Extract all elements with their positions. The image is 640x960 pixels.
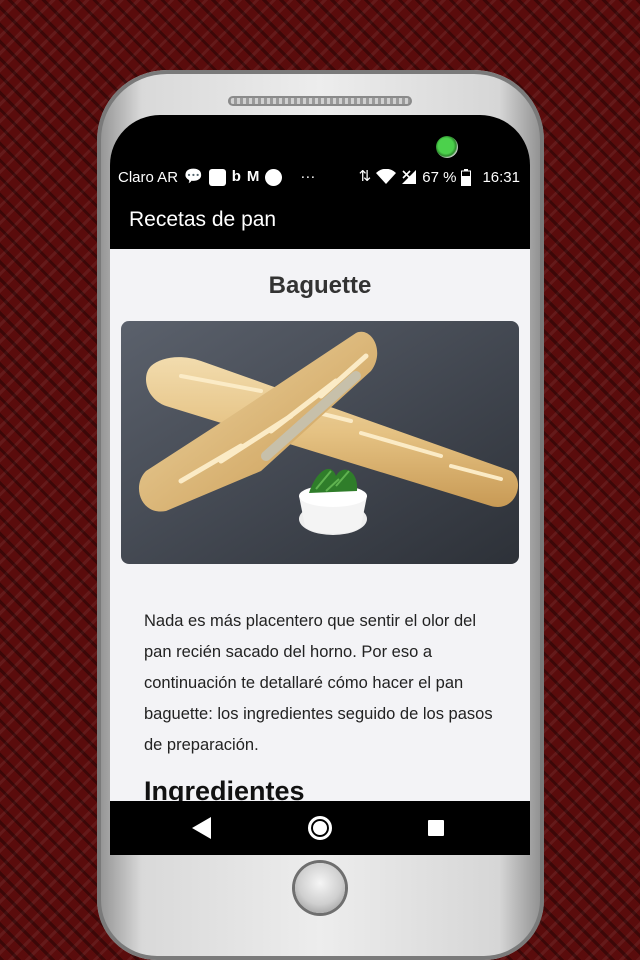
square-app-icon — [208, 168, 226, 186]
navigation-bar — [110, 801, 530, 855]
ingredients-heading: Ingredientes — [144, 776, 305, 801]
circle-app-icon — [265, 168, 283, 186]
more-icon: ··· — [300, 168, 316, 185]
home-icon[interactable] — [308, 816, 332, 840]
b-app-icon: b — [231, 168, 241, 185]
app-bar: Recetas de pan — [110, 191, 530, 249]
baguette-photo — [121, 321, 519, 564]
status-bar: Claro AR 💬 b M ··· ⇅ 67 % 16:31 — [110, 165, 530, 191]
back-icon[interactable] — [192, 817, 211, 839]
clock: 16:31 — [482, 168, 520, 186]
phone-speaker — [228, 96, 412, 106]
signal-off-icon — [402, 170, 417, 184]
battery-icon — [461, 168, 472, 186]
recipe-intro-text: Nada es más placentero que sentir el olo… — [144, 612, 493, 754]
gmail-icon: M — [246, 168, 260, 185]
chat-bubble-icon: 💬 — [184, 168, 203, 185]
wifi-icon — [376, 169, 397, 184]
phone-screen: Claro AR 💬 b M ··· ⇅ 67 % 16:31 Recetas … — [110, 165, 530, 855]
app-title: Recetas de pan — [129, 208, 277, 231]
recent-apps-icon[interactable] — [428, 820, 444, 836]
battery-level: 67 % — [422, 168, 457, 186]
recipe-title: Baguette — [268, 272, 372, 299]
camera-led — [436, 136, 458, 158]
carrier-label: Claro AR — [118, 168, 179, 186]
recipe-content[interactable]: Baguette Nada es más placentero que sent… — [110, 249, 530, 801]
data-arrows-icon: ⇅ — [358, 168, 372, 185]
hardware-home-button[interactable] — [295, 863, 345, 913]
